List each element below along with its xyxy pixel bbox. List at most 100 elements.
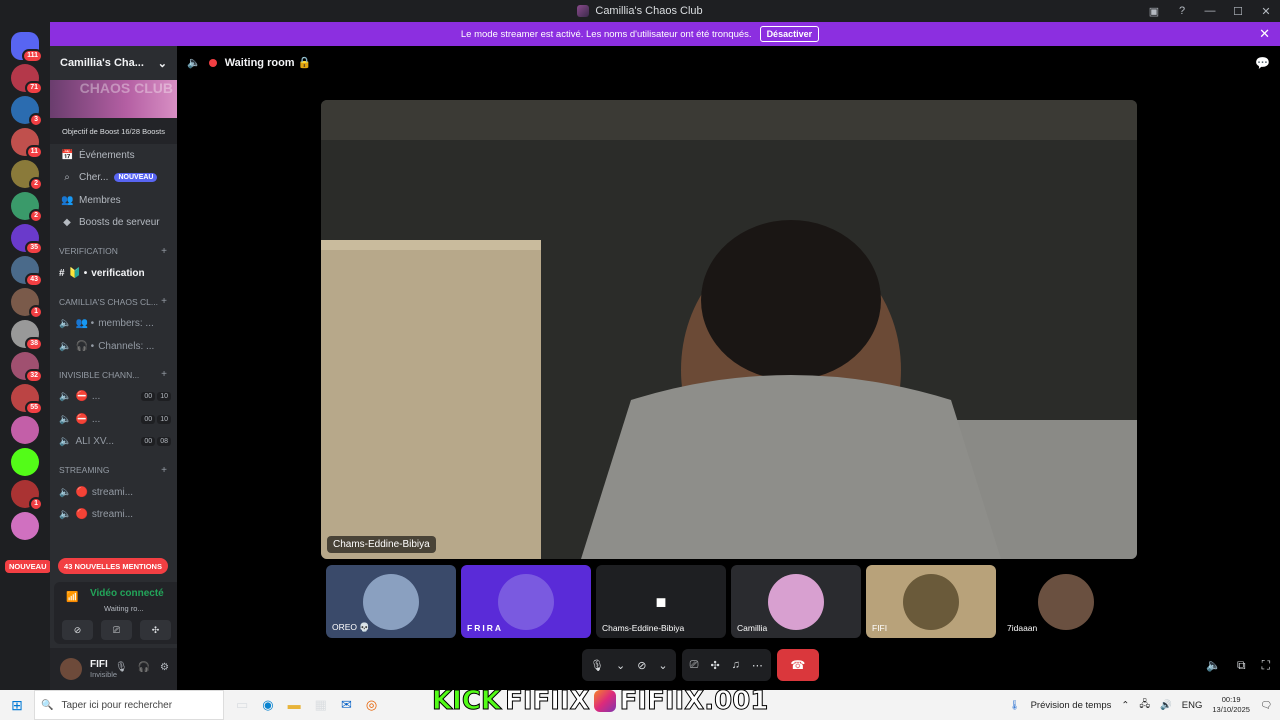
guild-icon[interactable]: 3 — [11, 96, 43, 127]
weather-text[interactable]: Prévision de temps — [1031, 700, 1112, 711]
guild-icon[interactable]: 1 — [11, 480, 43, 511]
microphone-icon[interactable]: 🎙 — [115, 662, 128, 673]
camera-off-icon[interactable]: ⊘ — [62, 620, 93, 640]
server-header[interactable]: Camillia's Cha... ⌄ — [50, 46, 177, 80]
edge-icon[interactable]: ◉ — [262, 697, 273, 713]
activities-icon[interactable]: ✣ — [710, 659, 719, 672]
channel-item[interactable]: 🔈 🎧 • Channels: ... — [50, 335, 177, 358]
channel-item[interactable]: 🔈 ⛔... 00 10 — [50, 386, 177, 409]
outlook-icon[interactable]: ✉ — [341, 697, 352, 713]
guild-icon[interactable]: 2 — [11, 160, 43, 191]
channel-item[interactable]: 🔈 🔴 streami... — [50, 481, 177, 504]
fullscreen-icon[interactable]: ⛶ — [1262, 658, 1270, 673]
chevron-down-icon[interactable]: ⌄ — [658, 659, 667, 672]
file-explorer-icon[interactable]: ▬ — [288, 697, 301, 713]
channel-category[interactable]: Camillia's Chaos Cl... + — [50, 291, 177, 313]
task-view-icon[interactable]: ▭ — [236, 697, 248, 713]
camera-off-icon[interactable]: ⊘ — [637, 659, 646, 672]
channel-item[interactable]: 🔈 ALI XV... 00 08 — [50, 431, 177, 454]
microphone-icon[interactable]: 🎙 — [590, 659, 604, 672]
guild-icon[interactable] — [11, 512, 39, 540]
minimize-button[interactable]: — — [1196, 5, 1224, 17]
close-icon[interactable]: ✕ — [1259, 26, 1270, 42]
sidebar-nav-item[interactable]: 👥 Membres — [50, 189, 177, 212]
participant-tile[interactable]: Camillia — [731, 565, 861, 638]
participant-tile[interactable]: FIFI — [866, 565, 996, 638]
instagram-icon — [593, 690, 616, 712]
sidebar-nav-item[interactable]: ⌕ Cher... NOUVEAU — [50, 167, 177, 190]
guild-icon[interactable]: 11 — [11, 128, 43, 159]
taskbar-search-input[interactable]: 🔍 Taper ici pour rechercher — [34, 690, 224, 720]
guild-icon[interactable]: 38 — [11, 320, 43, 351]
sidebar-nav-item[interactable]: 📅 Événements — [50, 144, 177, 167]
guild-icon[interactable]: 71 — [11, 64, 43, 95]
add-channel-icon[interactable]: + — [161, 369, 167, 380]
channel-item[interactable]: 🔈 ⛔... 00 10 — [50, 408, 177, 431]
clock-date: 13/10/2025 — [1212, 705, 1250, 714]
participant-tile[interactable]: ■ Chams-Eddine-Bibiya — [596, 565, 726, 638]
boost-goal[interactable]: Objectif de Boost 16/28 Boosts — [50, 118, 177, 144]
clock[interactable]: 00:19 13/10/2025 — [1212, 695, 1250, 715]
room-title: Waiting room 🔒 — [224, 57, 312, 69]
activities-icon[interactable]: ✣ — [140, 620, 171, 640]
guild-icon[interactable]: 1 — [11, 288, 43, 319]
store-icon[interactable]: ▦ — [315, 697, 327, 713]
new-badge[interactable]: NOUVEAU — [5, 560, 51, 573]
settings-gear-icon[interactable]: ⚙ — [160, 662, 169, 673]
guild-icon[interactable]: 111 — [11, 32, 43, 63]
sidebar-nav-item[interactable]: ◆ Boosts de serveur — [50, 212, 177, 235]
add-channel-icon[interactable]: + — [161, 246, 167, 257]
channel-category[interactable]: INVISIBLE CHANN... + — [50, 364, 177, 386]
maximize-button[interactable]: ☐ — [1224, 5, 1252, 18]
channel-label: ... — [91, 413, 101, 425]
guild-icon[interactable]: 43 — [11, 256, 43, 287]
add-channel-icon[interactable]: + — [161, 296, 167, 307]
guild-icon[interactable]: 32 — [11, 352, 43, 383]
weather-icon[interactable]: 🌡 — [1009, 700, 1021, 711]
screen-share-icon[interactable]: ⎚ — [101, 620, 132, 640]
guild-icon[interactable]: 2 — [11, 192, 43, 223]
mentions-badge[interactable]: 43 NOUVELLES MENTIONS — [58, 558, 168, 574]
avatar[interactable] — [60, 658, 82, 680]
channel-item[interactable]: # 🔰 • verification — [50, 262, 177, 285]
server-icon — [577, 5, 590, 17]
channel-category[interactable]: VERIFICATION + — [50, 240, 177, 262]
avatar — [498, 573, 554, 630]
volume-icon[interactable]: 🔊 — [1160, 700, 1172, 711]
add-channel-icon[interactable]: + — [161, 465, 167, 476]
participant-tile[interactable]: FRIRA — [461, 565, 591, 638]
guild-icon[interactable]: 55 — [11, 384, 43, 415]
volume-icon[interactable]: 🔈 — [1206, 658, 1221, 673]
headphones-icon[interactable]: 🎧 — [138, 662, 150, 673]
more-icon[interactable]: ⋯ — [752, 659, 763, 672]
chevron-up-icon[interactable]: ⌃ — [1121, 700, 1129, 711]
participant-tile[interactable]: OREO 💀 — [326, 565, 456, 638]
soundboard-icon[interactable]: ♫ — [732, 659, 740, 671]
channel-category[interactable]: STREAMING + — [50, 459, 177, 481]
live-dot-icon — [208, 58, 217, 67]
notification-icon[interactable]: 🗨 — [1260, 700, 1272, 711]
screen-share-icon[interactable]: ⎚ — [690, 659, 699, 672]
disable-streamer-button[interactable]: Désactiver — [759, 26, 820, 42]
main-video-tile[interactable]: Chams-Eddine-Bibiya — [321, 100, 1137, 559]
hangup-button[interactable]: ☎ — [776, 649, 819, 681]
channel-item[interactable]: 🔈 🔴 streami... — [50, 504, 177, 527]
inbox-icon[interactable]: ▣ — [1140, 5, 1168, 18]
voice-status[interactable]: Vidéo connecté — [90, 588, 164, 599]
guild-icon[interactable]: 35 — [11, 224, 43, 255]
close-window-button[interactable]: ✕ — [1252, 5, 1280, 18]
signal-icon[interactable]: 📶 — [66, 592, 78, 603]
channel-item[interactable]: 🔈 👥 • members: ... — [50, 313, 177, 336]
firefox-icon[interactable]: ◎ — [366, 697, 377, 713]
language-indicator[interactable]: ENG — [1182, 700, 1203, 711]
channel-prefix: ⛔ — [75, 391, 88, 403]
windows-start-icon[interactable]: ⊞ — [0, 697, 34, 714]
participant-tile[interactable]: 7idaaan — [1001, 565, 1131, 638]
chat-icon[interactable]: 💬 — [1255, 56, 1270, 70]
chevron-down-icon[interactable]: ⌄ — [616, 659, 625, 672]
popout-icon[interactable]: ⧉ — [1237, 658, 1246, 673]
help-icon[interactable]: ? — [1168, 5, 1196, 17]
network-icon[interactable]: 🖧 — [1139, 697, 1150, 713]
guild-icon[interactable] — [11, 448, 39, 476]
guild-icon[interactable] — [11, 416, 39, 444]
